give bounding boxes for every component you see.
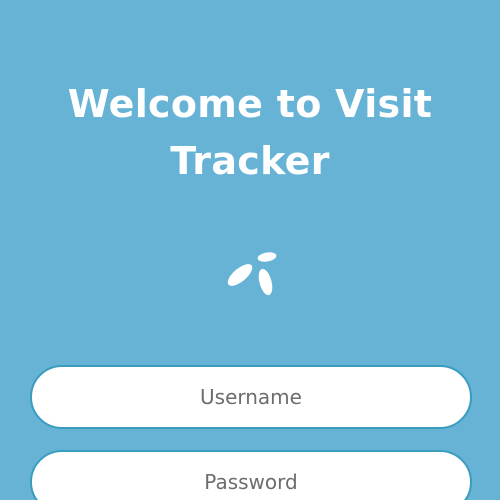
username-field[interactable] [30,365,472,429]
page-title-line-1: Welcome to Visit [67,82,433,126]
page-title-line-2: Tracker [170,139,330,183]
page-title: Welcome to Visit Tracker [0,76,500,190]
telenor-propeller-icon [222,250,282,300]
password-field[interactable] [30,450,472,500]
login-screen: Welcome to Visit Tracker [0,0,500,500]
